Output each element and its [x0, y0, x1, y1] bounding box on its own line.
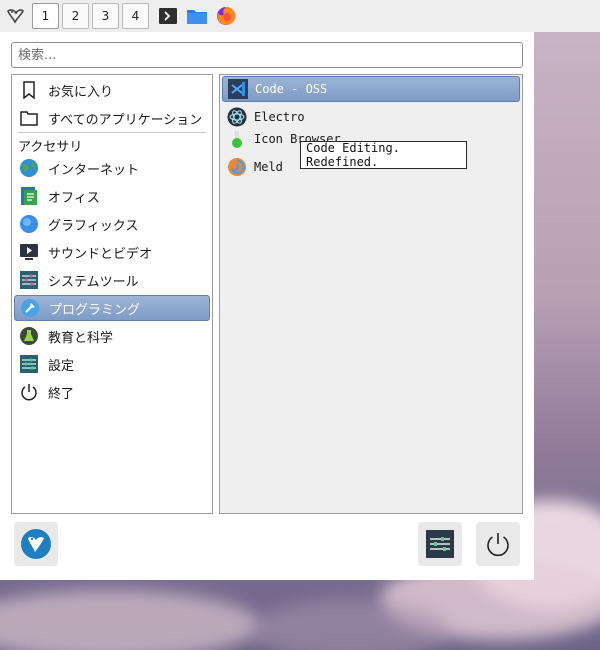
category-label: システムツール — [48, 274, 139, 290]
power-icon — [18, 381, 40, 403]
application-menu: お気に入り すべてのアプリケーション アクセサリ インターネット オフィス — [0, 32, 534, 580]
category-list: お気に入り すべてのアプリケーション アクセサリ インターネット オフィス グラ… — [11, 74, 213, 514]
category-label: 設定 — [48, 358, 75, 374]
workspace-4-button[interactable]: 4 — [122, 3, 149, 29]
power-icon — [487, 533, 509, 557]
category-internet[interactable]: インターネット — [14, 155, 210, 181]
settings-icon — [18, 353, 40, 375]
graphics-icon — [18, 213, 40, 235]
category-system-tools[interactable]: システムツール — [14, 267, 210, 293]
category-sound-video[interactable]: サウンドとビデオ — [14, 239, 210, 265]
category-all-applications[interactable]: すべてのアプリケーション — [14, 105, 210, 131]
app-code-oss[interactable]: Code - OSS — [222, 76, 520, 102]
firefox-icon[interactable] — [213, 3, 239, 29]
category-education-science[interactable]: 教育と科学 — [14, 323, 210, 349]
about-lubuntu-button[interactable] — [14, 522, 58, 566]
system-tools-icon — [18, 269, 40, 291]
category-favorites[interactable]: お気に入り — [14, 77, 210, 103]
science-icon — [18, 325, 40, 347]
terminal-icon[interactable] — [155, 3, 181, 29]
app-label: Code - OSS — [255, 82, 328, 96]
category-graphics[interactable]: グラフィックス — [14, 211, 210, 237]
programming-icon — [19, 297, 41, 319]
application-list: Code - OSS Electro Icon Browser Meld — [219, 74, 523, 514]
vscode-icon — [227, 78, 249, 100]
workspace-1-button[interactable]: 1 — [32, 3, 59, 29]
electron-icon — [226, 106, 248, 128]
icon-browser-icon — [226, 128, 248, 150]
category-label: グラフィックス — [48, 218, 139, 234]
app-label: Meld — [254, 160, 283, 174]
category-office[interactable]: オフィス — [14, 183, 210, 209]
multimedia-icon — [18, 241, 40, 263]
lubuntu-logo-icon — [21, 529, 51, 559]
tooltip: Code Editing. Redefined. — [300, 141, 467, 169]
category-label: プログラミング — [49, 302, 141, 318]
category-label: すべてのアプリケーション — [48, 112, 203, 128]
category-label: インターネット — [48, 162, 140, 178]
separator — [18, 132, 206, 133]
app-label: Electro — [254, 110, 305, 124]
category-leave[interactable]: 終了 — [14, 379, 210, 405]
folder-icon[interactable] — [184, 3, 210, 29]
category-label: お気に入り — [48, 84, 114, 100]
lubuntu-menu-icon[interactable] — [3, 4, 27, 28]
workspace-3-button[interactable]: 3 — [92, 3, 119, 29]
meld-icon — [226, 156, 248, 178]
system-settings-button[interactable] — [418, 522, 462, 566]
bookmark-icon — [18, 79, 40, 101]
category-programming[interactable]: プログラミング — [14, 295, 210, 321]
leave-button[interactable] — [476, 522, 520, 566]
category-label: オフィス — [48, 190, 100, 206]
office-icon — [18, 185, 40, 207]
folder-outline-icon — [18, 107, 40, 129]
settings-icon — [426, 530, 454, 558]
category-label: サウンドとビデオ — [48, 246, 153, 262]
category-settings[interactable]: 設定 — [14, 351, 210, 377]
category-label: 教育と科学 — [48, 330, 114, 346]
workspace-2-button[interactable]: 2 — [62, 3, 89, 29]
globe-icon — [18, 157, 40, 179]
section-label-accessories[interactable]: アクセサリ — [18, 136, 82, 155]
top-panel: 1 2 3 4 — [0, 0, 600, 32]
category-label: 終了 — [48, 386, 75, 402]
search-input[interactable] — [11, 42, 523, 68]
